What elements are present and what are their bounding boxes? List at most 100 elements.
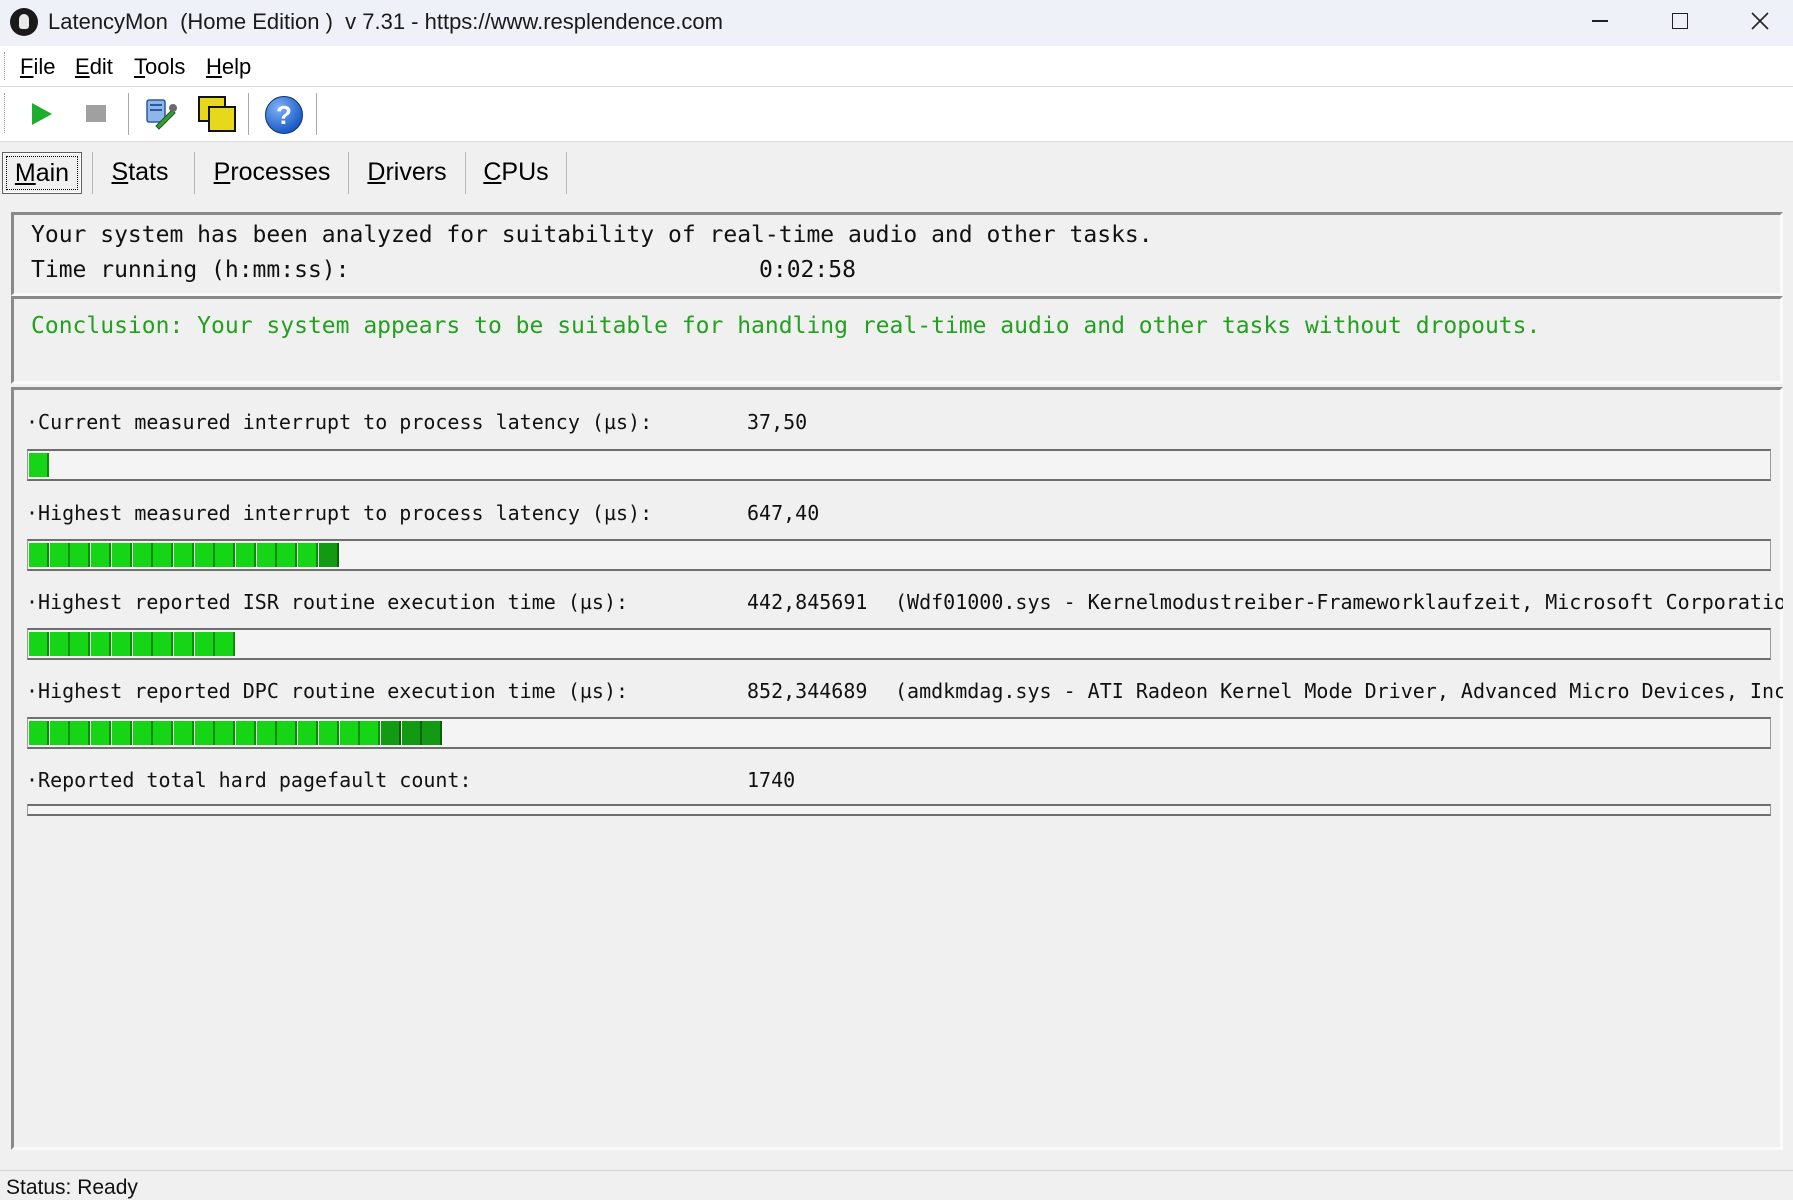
isr-time-bar [27, 628, 1771, 660]
progress-segment [298, 721, 319, 745]
status-text: Status: Ready [6, 1176, 138, 1199]
progress-segment [380, 721, 401, 745]
progress-segment [194, 543, 215, 567]
tab-cpus-mnemonic: C [483, 157, 502, 186]
status-bar: Status: Ready [0, 1170, 1793, 1200]
window-title: LatencyMon (Home Edition ) v 7.31 - http… [48, 9, 723, 34]
progress-segment [132, 632, 153, 656]
progress-segment [49, 543, 70, 567]
tools-button[interactable] [140, 94, 180, 134]
menu-help[interactable]: Help [206, 54, 251, 80]
progress-segment [215, 721, 236, 745]
tab-processes-mnemonic: P [213, 157, 231, 186]
progress-segment [173, 721, 194, 745]
current-latency-label: ·Current measured interrupt to process l… [26, 410, 653, 434]
tab-cpus-label: PUs [501, 157, 549, 186]
tab-stats-mnemonic: S [111, 157, 129, 186]
stop-button[interactable] [76, 94, 116, 134]
menu-grip [4, 52, 7, 80]
tab-cpus[interactable]: C PUs [474, 152, 558, 192]
menu-help-label: elp [221, 54, 252, 79]
progress-segment [132, 721, 153, 745]
tab-main-label: ain [35, 158, 70, 187]
progress-segment [153, 543, 174, 567]
progress-segment [194, 721, 215, 745]
pagefault-value: 1740 [747, 768, 796, 792]
tab-stats[interactable]: Stats [100, 152, 180, 192]
menu-file-mnemonic: F [20, 54, 34, 79]
summary-text: Your system has been analyzed for suitab… [31, 222, 1153, 248]
close-icon [1751, 12, 1769, 30]
menu-edit[interactable]: Edit [75, 54, 113, 80]
progress-segment [277, 721, 298, 745]
windows-button[interactable] [196, 94, 236, 134]
tab-separator [348, 152, 349, 194]
toolbar-separator [316, 93, 319, 135]
tab-separator [194, 152, 195, 194]
progress-segment [70, 721, 91, 745]
tab-separator [92, 152, 93, 194]
close-button[interactable] [1720, 0, 1793, 42]
progress-segment [215, 632, 236, 656]
tab-processes[interactable]: Processes [204, 152, 340, 192]
toolbar-grip [4, 93, 7, 133]
tab-strip: Main Stats Processes Drivers C PUs [0, 148, 1793, 196]
title-bar[interactable]: LatencyMon (Home Edition ) v 7.31 - http… [0, 0, 1793, 46]
progress-segment [29, 632, 49, 656]
metrics-panel: ·Current measured interrupt to process l… [11, 387, 1783, 1150]
progress-segment [277, 543, 298, 567]
dpc-time-bar [27, 717, 1771, 749]
tab-main[interactable]: Main [2, 152, 82, 194]
menu-edit-label: dit [89, 54, 113, 79]
progress-segment [91, 543, 112, 567]
progress-segment [173, 543, 194, 567]
progress-segment [91, 721, 112, 745]
current-latency-bar [27, 449, 1771, 481]
start-button[interactable] [20, 94, 60, 134]
progress-segment [422, 721, 443, 745]
highest-latency-value: 647,40 [747, 501, 820, 525]
progress-segment [298, 543, 319, 567]
menu-tools-mnemonic: T [134, 54, 145, 79]
progress-segment [153, 632, 174, 656]
current-latency-value: 37,50 [747, 410, 808, 434]
progress-segment [70, 632, 91, 656]
minimize-icon [1592, 20, 1608, 22]
conclusion-panel: Conclusion: Your system appears to be su… [11, 296, 1783, 384]
isr-driver-note: (Wdf01000.sys - Kernelmodustreiber-Frame… [895, 590, 1783, 614]
progress-segment [360, 721, 381, 745]
help-icon: ? [265, 96, 303, 134]
menu-tools[interactable]: Tools [134, 54, 185, 80]
help-button[interactable]: ? [262, 94, 303, 134]
stop-icon [86, 105, 106, 122]
maximize-button[interactable] [1640, 0, 1720, 42]
highest-latency-label: ·Highest measured interrupt to process l… [26, 501, 653, 525]
minimize-button[interactable] [1560, 0, 1640, 42]
progress-segment [70, 543, 91, 567]
windows-icon [196, 94, 236, 134]
progress-segment [194, 632, 215, 656]
progress-segment [256, 543, 277, 567]
progress-segment [111, 721, 132, 745]
app-icon [10, 8, 38, 36]
conclusion-text: Conclusion: Your system appears to be su… [31, 313, 1541, 339]
progress-segment [91, 632, 112, 656]
tools-icon [146, 99, 177, 130]
highest-latency-bar [27, 539, 1771, 571]
progress-segment [318, 543, 339, 567]
tab-drivers[interactable]: Drivers [356, 152, 458, 192]
toolbar: ? [0, 87, 1793, 142]
progress-segment [236, 543, 256, 567]
tab-main-mnemonic: M [14, 158, 36, 187]
progress-segment [49, 632, 70, 656]
time-running-value: 0:02:58 [759, 257, 856, 283]
toolbar-separator [248, 93, 251, 135]
menu-file[interactable]: File [20, 54, 55, 80]
progress-segment [318, 721, 339, 745]
tab-stats-label: tats [128, 157, 169, 186]
progress-segment [215, 543, 236, 567]
maximize-icon [1672, 13, 1688, 29]
dpc-driver-note: (amdkmdag.sys - ATI Radeon Kernel Mode D… [895, 679, 1783, 703]
tab-separator [566, 152, 567, 194]
isr-time-label: ·Highest reported ISR routine execution … [26, 590, 629, 614]
